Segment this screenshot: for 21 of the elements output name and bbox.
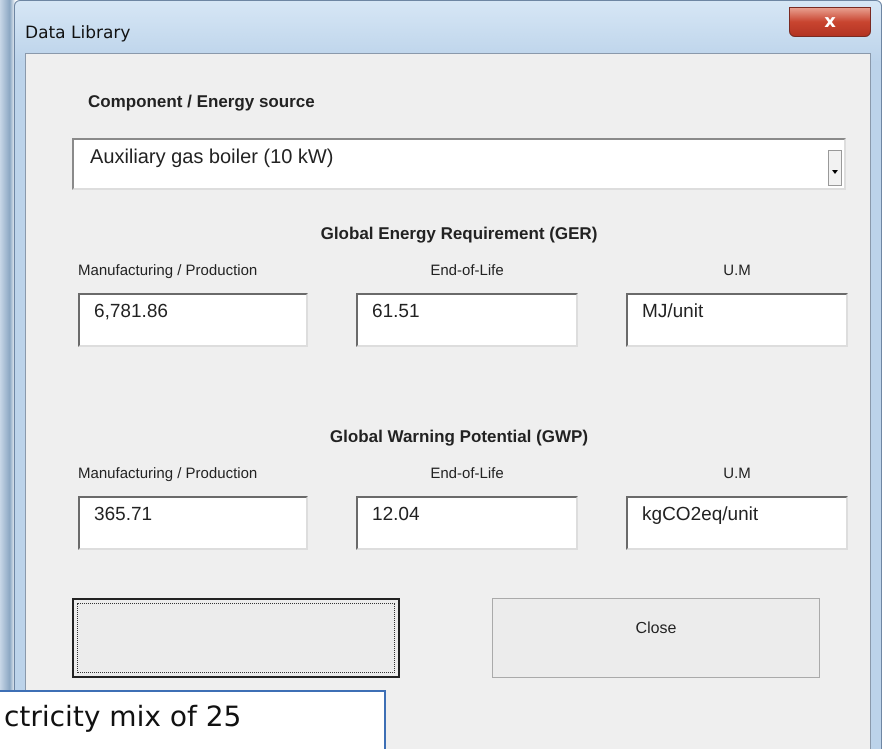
overlay-text-box: ctricity mix of 25 (0, 690, 386, 749)
column-label: U.M (722, 262, 752, 279)
value-field[interactable]: 12.04 (356, 496, 578, 550)
column-label: Manufacturing / Production (78, 465, 258, 482)
column-label: End-of-Life (429, 465, 505, 482)
column-label: U.M (722, 465, 752, 482)
component-dropdown[interactable]: Auxiliary gas boiler (10 kW) (72, 138, 846, 190)
value-field[interactable]: 61.51 (356, 293, 578, 347)
column-label: Manufacturing / Production (78, 262, 258, 279)
focused-button[interactable] (72, 598, 400, 678)
value-field[interactable]: MJ/unit (626, 293, 848, 347)
value-field[interactable]: kgCO2eq/unit (626, 496, 848, 550)
window-title: Data Library (25, 23, 130, 43)
value-field[interactable]: 6,781.86 (78, 293, 308, 347)
field-label: Component / Energy source (88, 92, 316, 112)
section-heading: Global Energy Requirement (GER) (320, 224, 598, 244)
section-heading: Global Warning Potential (GWP) (328, 427, 590, 447)
close-button[interactable]: x (789, 7, 871, 37)
column-label: End-of-Life (429, 262, 505, 279)
close-button[interactable]: Close (492, 598, 820, 678)
value-field[interactable]: 365.71 (78, 496, 308, 550)
